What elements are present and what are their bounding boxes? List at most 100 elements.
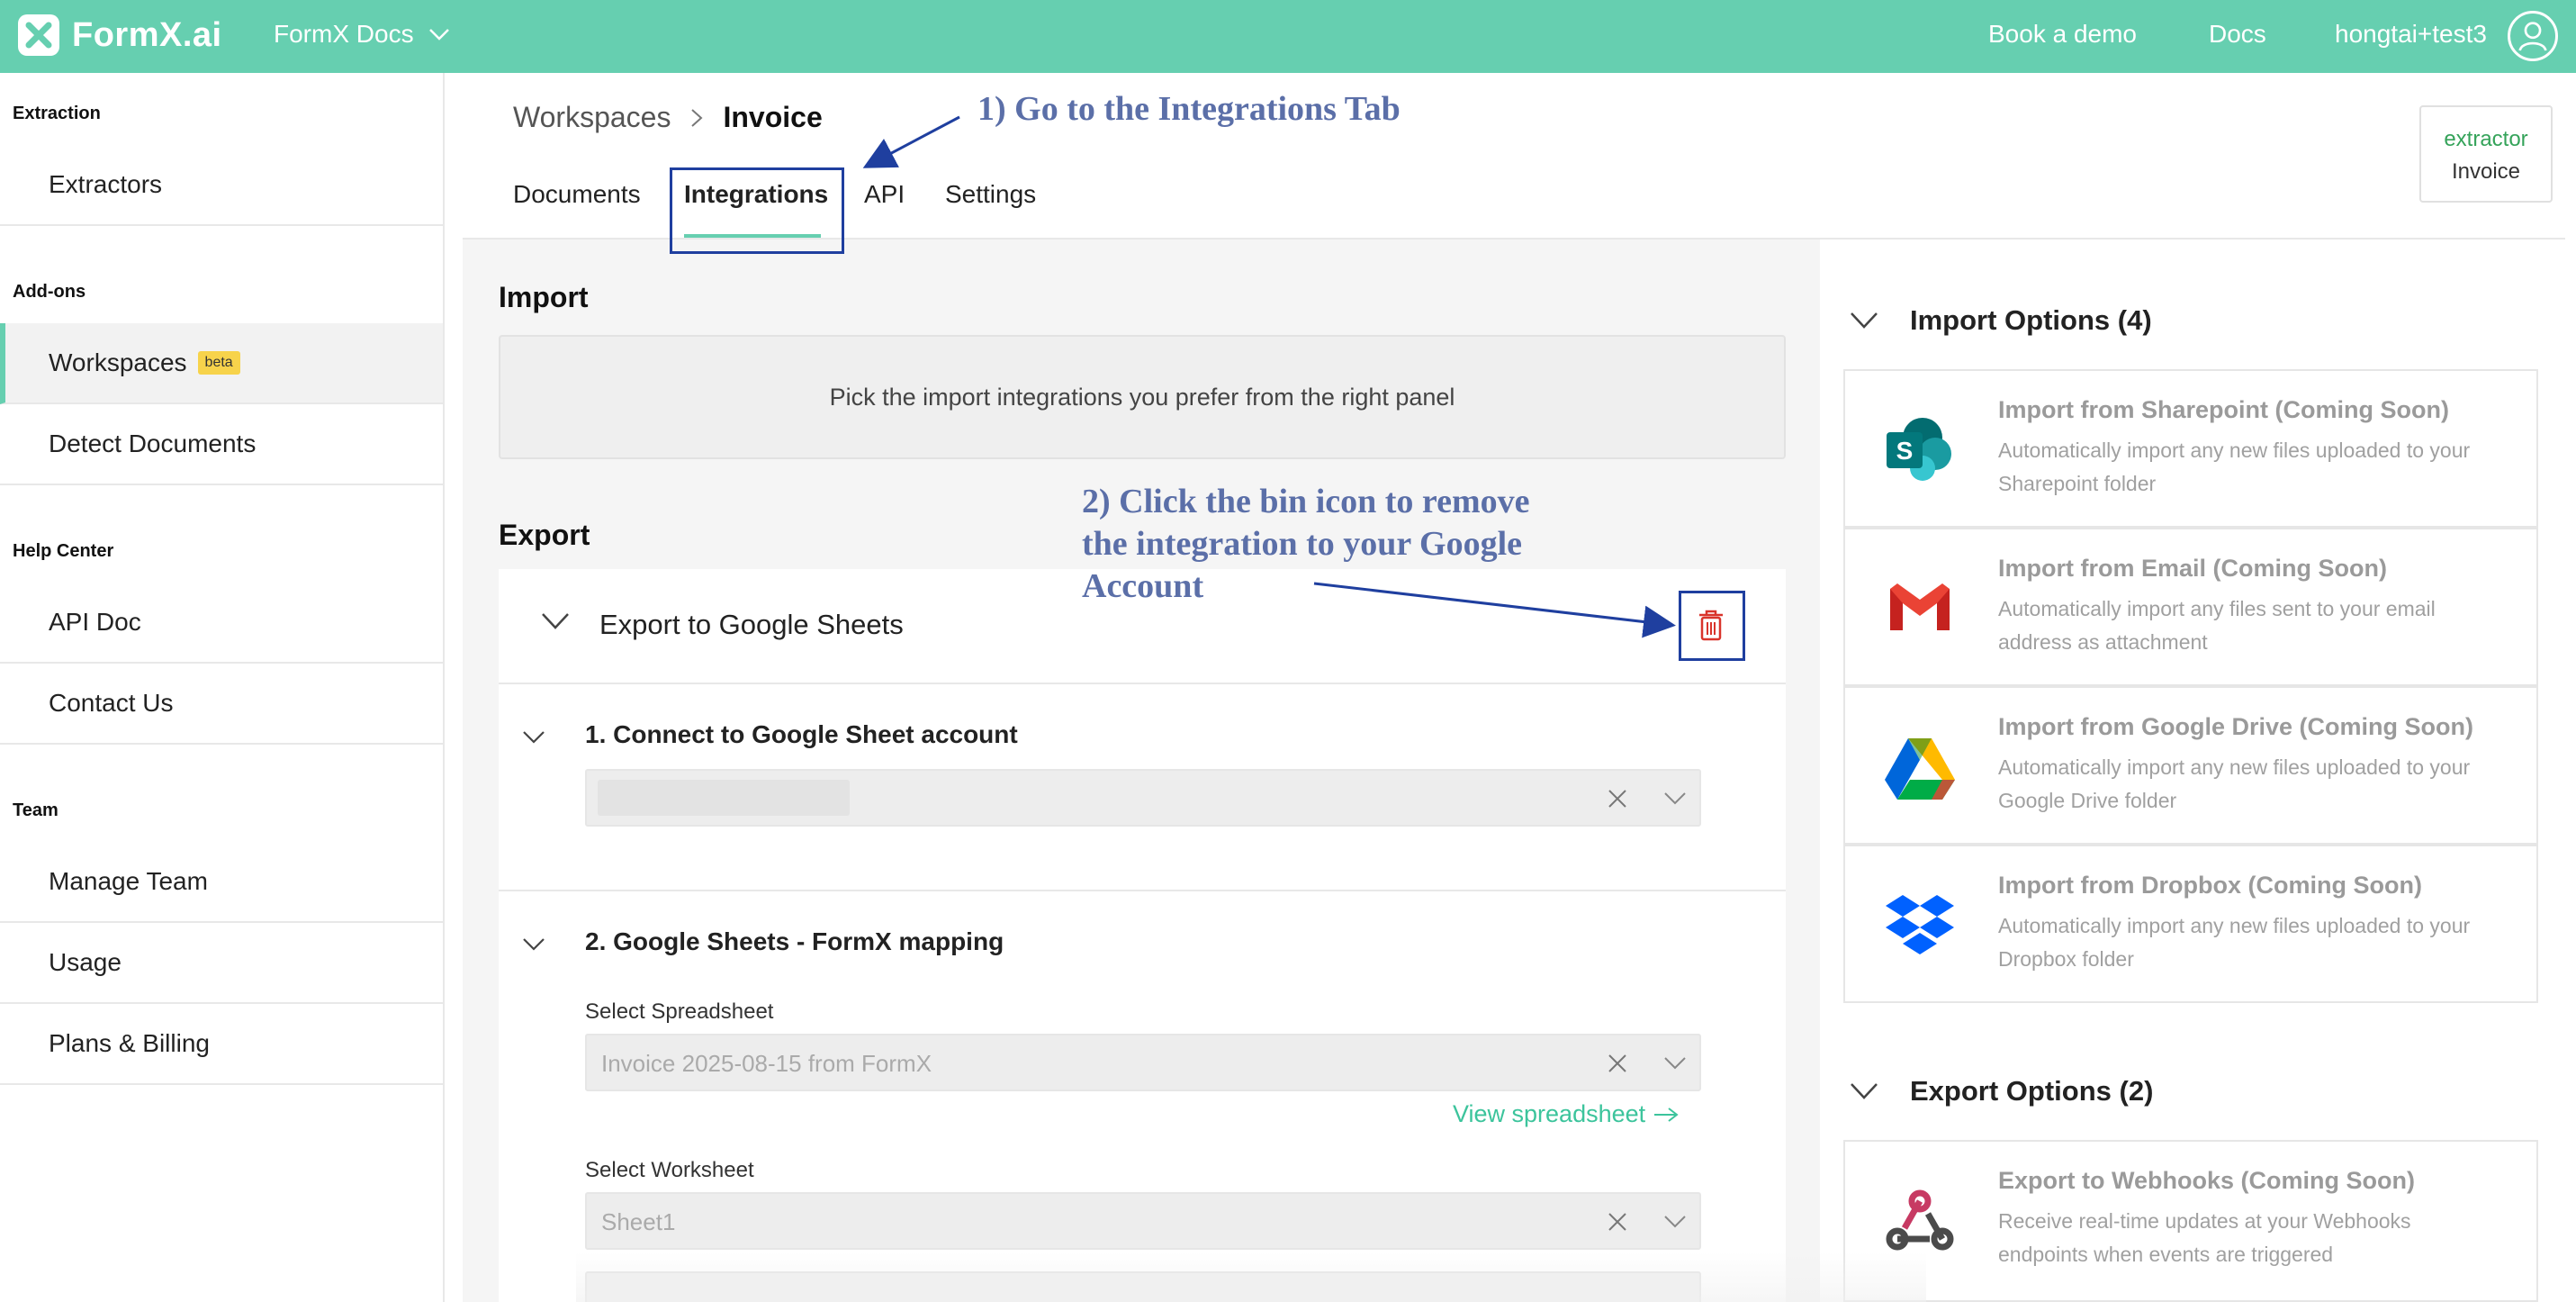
beta-badge: beta <box>197 351 240 375</box>
option-description: Automatically import any files sent to y… <box>1998 597 2436 654</box>
tab-documents[interactable]: Documents <box>513 180 641 209</box>
book-demo-link[interactable]: Book a demo <box>1988 20 2137 49</box>
breadcrumb-workspaces[interactable]: Workspaces <box>513 101 671 134</box>
extractor-badge-value: Invoice <box>2451 159 2521 184</box>
export-options-header[interactable]: Export Options (2) <box>1849 1075 2153 1108</box>
worksheet-select[interactable]: Sheet1 <box>585 1192 1701 1250</box>
sidebar-item-label: Contact Us <box>49 689 174 717</box>
sidebar-item-manage-team[interactable]: Manage Team <box>0 842 443 923</box>
sidebar-item-extractors[interactable]: Extractors <box>0 145 443 226</box>
sidebar-section-help-center: Help Center <box>13 541 114 561</box>
option-title: Import from Email (Coming Soon) <box>1998 555 2387 582</box>
option-description: Receive real-time updates at your Webhoo… <box>1998 1209 2411 1266</box>
sidebar-item-api-doc[interactable]: API Doc <box>0 583 443 664</box>
arrow-right-icon <box>1654 1107 1679 1122</box>
chevron-down-icon[interactable] <box>1849 1081 1879 1101</box>
sidebar-item-label: Usage <box>49 948 122 976</box>
sidebar-item-label: Workspaces <box>49 348 187 376</box>
tab-api[interactable]: API <box>864 180 905 209</box>
chevron-down-icon[interactable] <box>1849 311 1879 330</box>
chevron-down-icon[interactable] <box>1663 1055 1687 1071</box>
sidebar: Extraction Extractors Add-ons Workspaces… <box>0 73 445 1302</box>
export-options-title: Export Options (2) <box>1910 1075 2154 1107</box>
step1-title: 1. Connect to Google Sheet account <box>585 720 1018 748</box>
sidebar-item-workspaces[interactable]: Workspaces beta <box>0 323 443 404</box>
option-description: Automatically import any new files uploa… <box>1998 914 2471 971</box>
import-option-dropbox[interactable]: Import from Dropbox (Coming Soon) Automa… <box>1843 845 2538 1003</box>
logo[interactable]: FormX.ai <box>16 13 222 58</box>
account-value-redacted <box>598 780 850 816</box>
sharepoint-icon: S <box>1887 418 1951 481</box>
option-title: Import from Dropbox (Coming Soon) <box>1998 872 2422 899</box>
docs-dropdown[interactable]: FormX Docs <box>274 20 450 49</box>
annotation-step1-text: 1) Go to the Integrations Tab <box>977 90 1401 128</box>
import-option-google-drive[interactable]: Import from Google Drive (Coming Soon) A… <box>1843 686 2538 845</box>
import-option-email[interactable]: Import from Email (Coming Soon) Automati… <box>1843 528 2538 686</box>
breadcrumb-current: Invoice <box>723 101 823 133</box>
annotation-highlight-bin-icon <box>1679 591 1745 661</box>
docs-dropdown-label: FormX Docs <box>274 20 414 48</box>
spreadsheet-value: Invoice 2025-08-15 from FormX <box>601 1050 932 1077</box>
export-option-webhooks[interactable]: Export to Webhooks (Coming Soon) Receive… <box>1843 1140 2538 1302</box>
chevron-down-icon[interactable] <box>1663 791 1687 807</box>
sidebar-item-usage[interactable]: Usage <box>0 923 443 1004</box>
breadcrumb: Workspaces Invoice <box>513 101 823 134</box>
sidebar-item-label: Plans & Billing <box>49 1029 210 1057</box>
annotation-step2-line3: Account <box>1082 567 1204 605</box>
docs-link[interactable]: Docs <box>2209 20 2266 49</box>
annotation-step2-line2: the integration to your Google <box>1082 525 1523 563</box>
svg-text:S: S <box>1896 437 1914 465</box>
sidebar-section-addons: Add-ons <box>13 282 86 302</box>
import-placeholder-text: Pick the import integrations you prefer … <box>829 383 1455 411</box>
import-options-header[interactable]: Import Options (4) <box>1849 304 2152 337</box>
chevron-down-icon[interactable] <box>540 610 571 632</box>
google-account-select[interactable] <box>585 769 1701 827</box>
import-placeholder-box: Pick the import integrations you prefer … <box>499 335 1786 459</box>
google-drive-icon <box>1885 738 1955 800</box>
step2-title: 2. Google Sheets - FormX mapping <box>585 927 1004 955</box>
view-spreadsheet-link[interactable]: View spreadsheet <box>1453 1100 1680 1128</box>
option-title: Import from Sharepoint (Coming Soon) <box>1998 396 2449 423</box>
option-description: Automatically import any new files uploa… <box>1998 439 2471 495</box>
dropbox-icon <box>1886 895 1954 954</box>
chevron-down-icon[interactable] <box>1663 1214 1687 1230</box>
import-options-title: Import Options (4) <box>1910 304 2152 336</box>
formx-logo-icon <box>18 14 59 56</box>
sidebar-section-team: Team <box>13 800 59 820</box>
user-avatar-icon[interactable] <box>2508 11 2558 61</box>
annotation-step2-text: 2) Click the bin icon to remove the inte… <box>1082 481 1658 608</box>
option-description: Automatically import any new files uploa… <box>1998 755 2471 812</box>
sidebar-item-label: Extractors <box>49 170 163 198</box>
export-heading: Export <box>499 519 590 551</box>
sidebar-item-detect-documents[interactable]: Detect Documents <box>0 404 443 485</box>
clear-icon[interactable] <box>1606 1210 1629 1234</box>
bottom-fade <box>576 1252 1926 1302</box>
top-bar: FormX.ai FormX Docs Book a demo Docs hon… <box>0 0 2576 73</box>
tab-settings[interactable]: Settings <box>945 180 1036 209</box>
export-google-sheets-card: Export to Google Sheets 1. Connect to Go… <box>499 569 1786 1302</box>
extractor-badge: extractor Invoice <box>2419 105 2553 203</box>
clear-icon[interactable] <box>1606 787 1629 810</box>
chevron-right-icon <box>691 108 703 127</box>
worksheet-value: Sheet1 <box>601 1208 676 1235</box>
view-spreadsheet-label: View spreadsheet <box>1453 1100 1646 1127</box>
annotation-step2-line1: 2) Click the bin icon to remove <box>1082 483 1530 520</box>
chevron-down-icon[interactable] <box>522 936 545 953</box>
sidebar-item-label: API Doc <box>49 608 141 636</box>
option-title: Import from Google Drive (Coming Soon) <box>1998 713 2473 740</box>
export-card-title: Export to Google Sheets <box>599 609 904 640</box>
sidebar-item-plans-billing[interactable]: Plans & Billing <box>0 1004 443 1085</box>
step-divider <box>499 890 1786 891</box>
sidebar-item-label: Manage Team <box>49 867 208 895</box>
spreadsheet-select[interactable]: Invoice 2025-08-15 from FormX <box>585 1034 1701 1091</box>
select-spreadsheet-label: Select Spreadsheet <box>585 999 774 1024</box>
chevron-down-icon <box>428 29 449 41</box>
import-option-sharepoint[interactable]: S Import from Sharepoint (Coming Soon) A… <box>1843 369 2538 528</box>
sidebar-item-contact-us[interactable]: Contact Us <box>0 664 443 745</box>
select-worksheet-label: Select Worksheet <box>585 1158 754 1182</box>
username[interactable]: hongtai+test3 <box>2335 20 2487 49</box>
gmail-icon <box>1890 583 1950 630</box>
clear-icon[interactable] <box>1606 1052 1629 1075</box>
annotation-highlight-integrations-tab <box>670 167 844 254</box>
chevron-down-icon[interactable] <box>522 729 545 746</box>
